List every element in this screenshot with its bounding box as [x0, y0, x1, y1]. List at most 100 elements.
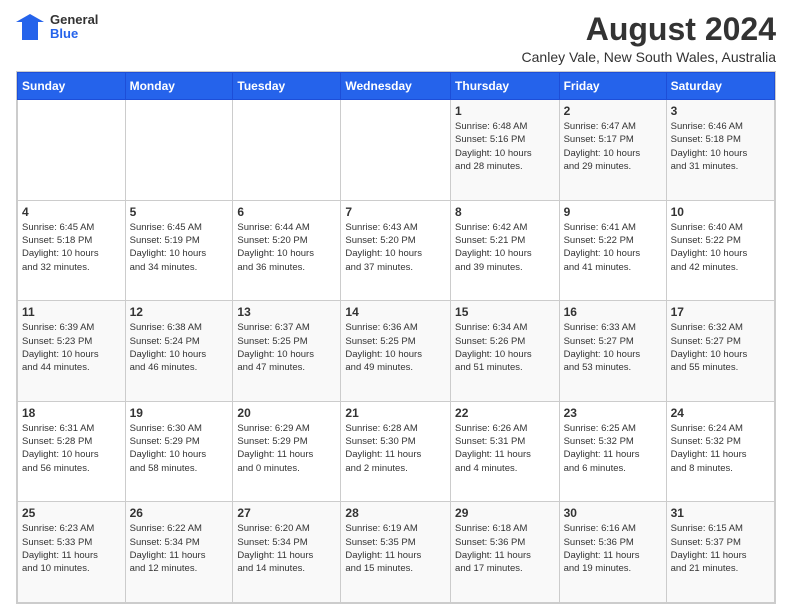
calendar-cell: 6Sunrise: 6:44 AMSunset: 5:20 PMDaylight…	[233, 200, 341, 301]
day-number: 12	[130, 305, 229, 319]
calendar-cell: 27 Sunrise: 6:20 AMSunset: 5:34 PMDayligh…	[233, 502, 341, 603]
calendar-cell: 31 Sunrise: 6:15 AMSunset: 5:37 PMDayligh…	[666, 502, 774, 603]
day-number: 4	[22, 205, 121, 219]
day-info: Sunrise: 6:45 AMSunset: 5:18 PMDaylight:…	[22, 221, 121, 274]
calendar-cell: 23Sunrise: 6:25 AMSunset: 5:32 PMDayligh…	[559, 401, 666, 502]
calendar-cell	[18, 100, 126, 201]
header-monday: Monday	[125, 73, 233, 100]
day-number: 24	[671, 406, 770, 420]
calendar-cell: 28 Sunrise: 6:19 AMSunset: 5:35 PMDayligh…	[341, 502, 451, 603]
day-number: 15	[455, 305, 555, 319]
generalblue-icon	[16, 12, 44, 42]
header-sunday: Sunday	[18, 73, 126, 100]
header-friday: Friday	[559, 73, 666, 100]
day-info: Sunrise: 6:25 AMSunset: 5:32 PMDaylight:…	[564, 422, 662, 475]
calendar-cell: 11Sunrise: 6:39 AMSunset: 5:23 PMDayligh…	[18, 301, 126, 402]
calendar-cell	[125, 100, 233, 201]
day-info: Sunrise: 6:46 AMSunset: 5:18 PMDaylight:…	[671, 120, 770, 173]
day-number: 7	[345, 205, 446, 219]
subtitle: Canley Vale, New South Wales, Australia	[522, 49, 776, 65]
day-number: 28	[345, 506, 446, 520]
calendar-cell: 7Sunrise: 6:43 AMSunset: 5:20 PMDaylight…	[341, 200, 451, 301]
day-number: 27	[237, 506, 336, 520]
calendar-cell: 17 Sunrise: 6:32 AMSunset: 5:27 PMDayligh…	[666, 301, 774, 402]
calendar: Sunday Monday Tuesday Wednesday Thursday…	[16, 71, 776, 604]
calendar-week-2: 4 Sunrise: 6:45 AMSunset: 5:18 PMDaylight…	[18, 200, 775, 301]
day-info: Sunrise: 6:30 AMSunset: 5:29 PMDaylight:…	[130, 422, 229, 475]
main-title: August 2024	[522, 12, 776, 47]
day-info: Sunrise: 6:41 AMSunset: 5:22 PMDaylight:…	[564, 221, 662, 274]
day-number: 20	[237, 406, 336, 420]
day-number: 1	[455, 104, 555, 118]
calendar-cell: 30Sunrise: 6:16 AMSunset: 5:36 PMDayligh…	[559, 502, 666, 603]
calendar-week-5: 25Sunrise: 6:23 AMSunset: 5:33 PMDayligh…	[18, 502, 775, 603]
day-number: 19	[130, 406, 229, 420]
day-number: 26	[130, 506, 229, 520]
header-saturday: Saturday	[666, 73, 774, 100]
day-info: Sunrise: 6:42 AMSunset: 5:21 PMDaylight:…	[455, 221, 555, 274]
day-number: 30	[564, 506, 662, 520]
calendar-header-row: Sunday Monday Tuesday Wednesday Thursday…	[18, 73, 775, 100]
day-info: Sunrise: 6:32 AMSunset: 5:27 PMDaylight:…	[671, 321, 770, 374]
calendar-cell	[233, 100, 341, 201]
day-number: 14	[345, 305, 446, 319]
logo: GeneralBlue	[16, 12, 98, 42]
day-number: 13	[237, 305, 336, 319]
day-info: Sunrise: 6:48 AMSunset: 5:16 PMDaylight:…	[455, 120, 555, 173]
calendar-cell: 22 Sunrise: 6:26 AMSunset: 5:31 PMDayligh…	[451, 401, 560, 502]
header-tuesday: Tuesday	[233, 73, 341, 100]
calendar-cell: 25Sunrise: 6:23 AMSunset: 5:33 PMDayligh…	[18, 502, 126, 603]
day-info: Sunrise: 6:19 AMSunset: 5:35 PMDaylight:…	[345, 522, 446, 575]
calendar-cell: 24 Sunrise: 6:24 AMSunset: 5:32 PMDayligh…	[666, 401, 774, 502]
day-info: Sunrise: 6:44 AMSunset: 5:20 PMDaylight:…	[237, 221, 336, 274]
day-info: Sunrise: 6:28 AMSunset: 5:30 PMDaylight:…	[345, 422, 446, 475]
day-info: Sunrise: 6:15 AMSunset: 5:37 PMDaylight:…	[671, 522, 770, 575]
calendar-cell: 26 Sunrise: 6:22 AMSunset: 5:34 PMDayligh…	[125, 502, 233, 603]
day-number: 11	[22, 305, 121, 319]
day-number: 22	[455, 406, 555, 420]
header-wednesday: Wednesday	[341, 73, 451, 100]
calendar-cell: 16Sunrise: 6:33 AMSunset: 5:27 PMDayligh…	[559, 301, 666, 402]
day-info: Sunrise: 6:20 AMSunset: 5:34 PMDaylight:…	[237, 522, 336, 575]
day-number: 8	[455, 205, 555, 219]
day-info: Sunrise: 6:38 AMSunset: 5:24 PMDaylight:…	[130, 321, 229, 374]
day-number: 18	[22, 406, 121, 420]
day-number: 21	[345, 406, 446, 420]
day-info: Sunrise: 6:47 AMSunset: 5:17 PMDaylight:…	[564, 120, 662, 173]
day-number: 17	[671, 305, 770, 319]
calendar-week-3: 11Sunrise: 6:39 AMSunset: 5:23 PMDayligh…	[18, 301, 775, 402]
day-number: 31	[671, 506, 770, 520]
day-info: Sunrise: 6:37 AMSunset: 5:25 PMDaylight:…	[237, 321, 336, 374]
day-info: Sunrise: 6:22 AMSunset: 5:34 PMDaylight:…	[130, 522, 229, 575]
title-block: August 2024 Canley Vale, New South Wales…	[522, 12, 776, 65]
calendar-week-1: 1 Sunrise: 6:48 AMSunset: 5:16 PMDaylight…	[18, 100, 775, 201]
calendar-cell: 13 Sunrise: 6:37 AMSunset: 5:25 PMDayligh…	[233, 301, 341, 402]
calendar-cell: 9Sunrise: 6:41 AMSunset: 5:22 PMDaylight…	[559, 200, 666, 301]
calendar-cell: 14 Sunrise: 6:36 AMSunset: 5:25 PMDayligh…	[341, 301, 451, 402]
day-info: Sunrise: 6:18 AMSunset: 5:36 PMDaylight:…	[455, 522, 555, 575]
day-info: Sunrise: 6:24 AMSunset: 5:32 PMDaylight:…	[671, 422, 770, 475]
day-number: 3	[671, 104, 770, 118]
day-info: Sunrise: 6:40 AMSunset: 5:22 PMDaylight:…	[671, 221, 770, 274]
calendar-cell: 29Sunrise: 6:18 AMSunset: 5:36 PMDayligh…	[451, 502, 560, 603]
calendar-cell: 10Sunrise: 6:40 AMSunset: 5:22 PMDayligh…	[666, 200, 774, 301]
day-info: Sunrise: 6:33 AMSunset: 5:27 PMDaylight:…	[564, 321, 662, 374]
calendar-cell: 19 Sunrise: 6:30 AMSunset: 5:29 PMDayligh…	[125, 401, 233, 502]
day-info: Sunrise: 6:36 AMSunset: 5:25 PMDaylight:…	[345, 321, 446, 374]
day-info: Sunrise: 6:26 AMSunset: 5:31 PMDaylight:…	[455, 422, 555, 475]
day-number: 25	[22, 506, 121, 520]
calendar-cell: 12 Sunrise: 6:38 AMSunset: 5:24 PMDayligh…	[125, 301, 233, 402]
day-info: Sunrise: 6:45 AMSunset: 5:19 PMDaylight:…	[130, 221, 229, 274]
calendar-cell	[341, 100, 451, 201]
day-number: 5	[130, 205, 229, 219]
calendar-cell: 3 Sunrise: 6:46 AMSunset: 5:18 PMDaylight…	[666, 100, 774, 201]
calendar-week-4: 18 Sunrise: 6:31 AMSunset: 5:28 PMDayligh…	[18, 401, 775, 502]
header-thursday: Thursday	[451, 73, 560, 100]
day-info: Sunrise: 6:29 AMSunset: 5:29 PMDaylight:…	[237, 422, 336, 475]
page: GeneralBlue August 2024 Canley Vale, New…	[0, 0, 792, 612]
day-info: Sunrise: 6:31 AMSunset: 5:28 PMDaylight:…	[22, 422, 121, 475]
day-info: Sunrise: 6:34 AMSunset: 5:26 PMDaylight:…	[455, 321, 555, 374]
calendar-cell: 5 Sunrise: 6:45 AMSunset: 5:19 PMDaylight…	[125, 200, 233, 301]
calendar-cell: 15 Sunrise: 6:34 AMSunset: 5:26 PMDayligh…	[451, 301, 560, 402]
calendar-cell: 4 Sunrise: 6:45 AMSunset: 5:18 PMDaylight…	[18, 200, 126, 301]
